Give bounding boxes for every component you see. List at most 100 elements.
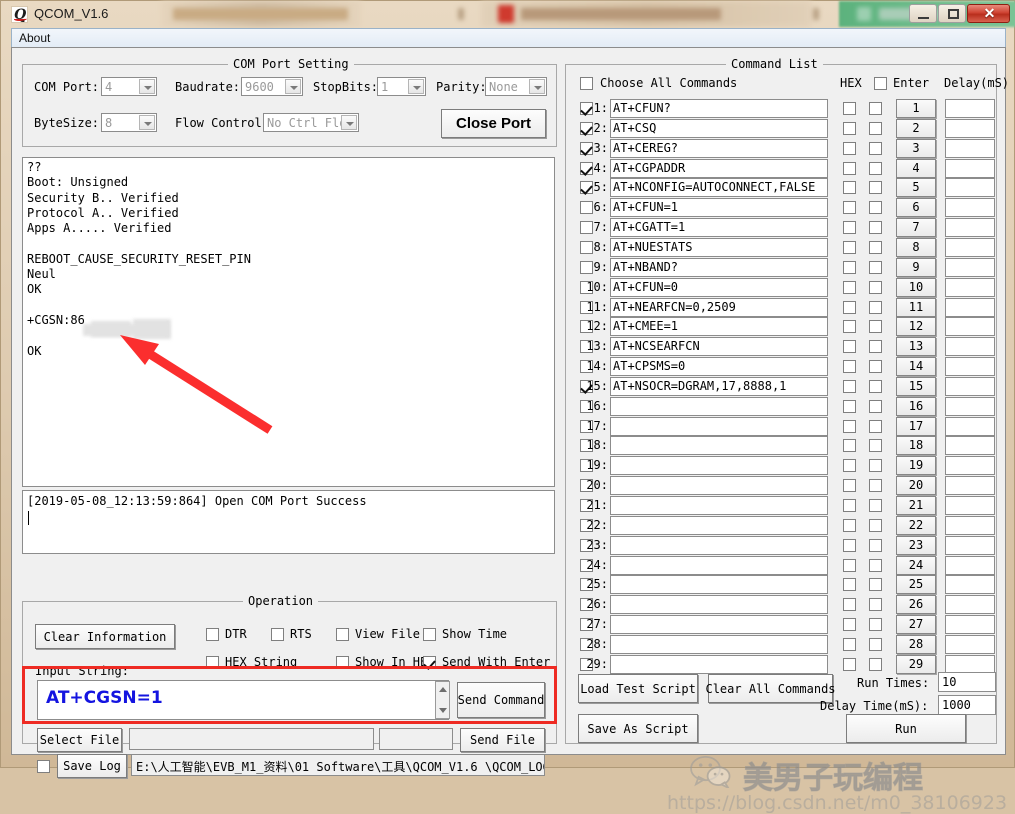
terminal-output[interactable]: ?? Boot: Unsigned Security B.. Verified … xyxy=(22,157,555,487)
checkbox-save-log[interactable] xyxy=(37,760,50,773)
delay-input-7[interactable] xyxy=(945,218,995,238)
send-command-1-button[interactable]: 1 xyxy=(896,99,936,118)
save-log-button[interactable]: Save Log xyxy=(57,754,127,778)
command-input-20[interactable] xyxy=(610,476,828,496)
send-command-27-button[interactable]: 27 xyxy=(896,615,936,635)
delay-time-field[interactable]: 1000 xyxy=(938,695,996,715)
checkbox-enter-all[interactable] xyxy=(874,77,887,90)
send-command-17-button[interactable]: 17 xyxy=(896,416,936,436)
delay-input-6[interactable] xyxy=(945,198,995,218)
chevron-down-icon[interactable] xyxy=(529,79,545,94)
command-input-3[interactable]: AT+CEREG? xyxy=(610,138,828,158)
checkbox-hex-19[interactable] xyxy=(843,459,856,473)
send-command-18-button[interactable]: 18 xyxy=(896,436,936,456)
command-input-4[interactable]: AT+CGPADDR xyxy=(610,158,828,178)
send-command-26-button[interactable]: 26 xyxy=(896,595,936,615)
select-file-button[interactable]: Select File xyxy=(37,728,122,752)
stopbits-select[interactable]: 1 xyxy=(377,77,426,96)
baudrate-select[interactable]: 9600 xyxy=(241,77,303,96)
checkbox-hex-24[interactable] xyxy=(843,558,856,572)
checkbox-hex-1[interactable] xyxy=(843,102,856,115)
send-command-8-button[interactable]: 8 xyxy=(896,237,936,257)
chevron-down-icon[interactable] xyxy=(139,115,155,130)
checkbox-enter-17[interactable] xyxy=(869,419,882,433)
checkbox-hex-13[interactable] xyxy=(843,340,856,354)
command-input-21[interactable] xyxy=(610,496,828,515)
checkbox-hex-7[interactable] xyxy=(843,221,856,235)
checkbox-hex-20[interactable] xyxy=(843,479,856,493)
delay-input-18[interactable] xyxy=(945,436,995,456)
checkbox-hex-17[interactable] xyxy=(843,419,856,433)
send-command-19-button[interactable]: 19 xyxy=(896,456,936,476)
delay-input-16[interactable] xyxy=(945,396,995,416)
checkbox-enter-5[interactable] xyxy=(869,181,882,195)
checkbox-hex-9[interactable] xyxy=(843,260,856,274)
save-as-script-button[interactable]: Save As Script xyxy=(578,714,698,743)
checkbox-hex-10[interactable] xyxy=(843,280,856,294)
checkbox-hex-8[interactable] xyxy=(843,240,856,254)
command-input-22[interactable] xyxy=(610,515,828,535)
command-input-6[interactable]: AT+CFUN=1 xyxy=(610,198,828,218)
delay-input-3[interactable] xyxy=(945,138,995,158)
checkbox-hex-21[interactable] xyxy=(843,499,856,512)
chevron-down-icon[interactable] xyxy=(408,79,424,94)
checkbox-hex-25[interactable] xyxy=(843,578,856,592)
checkbox-enter-11[interactable] xyxy=(869,300,882,314)
delay-input-9[interactable] xyxy=(945,257,995,277)
clear-information-button[interactable]: Clear Information xyxy=(35,624,175,649)
checkbox-enter-7[interactable] xyxy=(869,221,882,235)
checkbox-enter-13[interactable] xyxy=(869,340,882,354)
chevron-down-icon[interactable] xyxy=(139,79,155,94)
delay-input-12[interactable] xyxy=(945,317,995,337)
checkbox-hex-6[interactable] xyxy=(843,201,856,215)
delay-input-11[interactable] xyxy=(945,297,995,317)
send-command-12-button[interactable]: 12 xyxy=(896,317,936,337)
minimize-button[interactable] xyxy=(909,4,937,23)
send-command-11-button[interactable]: 11 xyxy=(896,297,936,317)
command-input-18[interactable] xyxy=(610,436,828,456)
checkbox-hex-3[interactable] xyxy=(843,141,856,155)
delay-input-8[interactable] xyxy=(945,237,995,257)
checkbox-enter-26[interactable] xyxy=(869,598,882,612)
delay-input-24[interactable] xyxy=(945,555,995,575)
command-input-5[interactable]: AT+NCONFIG=AUTOCONNECT,FALSE xyxy=(610,178,828,198)
status-log-box[interactable]: [2019-05-08_12:13:59:864] Open COM Port … xyxy=(22,490,555,554)
delay-input-17[interactable] xyxy=(945,416,995,436)
checkbox-enter-28[interactable] xyxy=(869,637,882,651)
checkbox-enter-12[interactable] xyxy=(869,320,882,334)
checkbox-enter-24[interactable] xyxy=(869,558,882,572)
delay-input-2[interactable] xyxy=(945,118,995,138)
maximize-button[interactable] xyxy=(938,4,966,23)
checkbox-hex-4[interactable] xyxy=(843,161,856,175)
delay-input-10[interactable] xyxy=(945,277,995,297)
command-input-11[interactable]: AT+NEARFCN=0,2509 xyxy=(610,297,828,317)
checkbox-hex-11[interactable] xyxy=(843,300,856,314)
checkbox-hex-14[interactable] xyxy=(843,360,856,374)
delay-input-26[interactable] xyxy=(945,595,995,615)
checkbox-hex-18[interactable] xyxy=(843,439,856,453)
delay-input-20[interactable] xyxy=(945,476,995,496)
command-input-10[interactable]: AT+CFUN=0 xyxy=(610,277,828,297)
send-command-2-button[interactable]: 2 xyxy=(896,118,936,138)
clear-all-commands-button[interactable]: Clear All Commands xyxy=(705,674,836,703)
command-input-23[interactable] xyxy=(610,535,828,555)
checkbox-view-file[interactable] xyxy=(336,628,349,641)
checkbox-enter-20[interactable] xyxy=(869,479,882,493)
delay-input-5[interactable] xyxy=(945,178,995,198)
checkbox-enter-27[interactable] xyxy=(869,618,882,632)
delay-input-14[interactable] xyxy=(945,357,995,377)
command-input-9[interactable]: AT+NBAND? xyxy=(610,257,828,277)
chevron-down-icon[interactable] xyxy=(341,115,357,130)
delay-input-1[interactable] xyxy=(945,99,995,118)
checkbox-enter-21[interactable] xyxy=(869,499,882,512)
command-input-19[interactable] xyxy=(610,456,828,476)
send-command-20-button[interactable]: 20 xyxy=(896,476,936,496)
delay-input-22[interactable] xyxy=(945,515,995,535)
checkbox-enter-10[interactable] xyxy=(869,280,882,294)
checkbox-dtr[interactable] xyxy=(206,628,219,641)
send-file-button[interactable]: Send File xyxy=(460,728,545,752)
send-command-7-button[interactable]: 7 xyxy=(896,218,936,238)
send-command-22-button[interactable]: 22 xyxy=(896,515,936,535)
send-command-16-button[interactable]: 16 xyxy=(896,396,936,416)
send-command-6-button[interactable]: 6 xyxy=(896,198,936,218)
